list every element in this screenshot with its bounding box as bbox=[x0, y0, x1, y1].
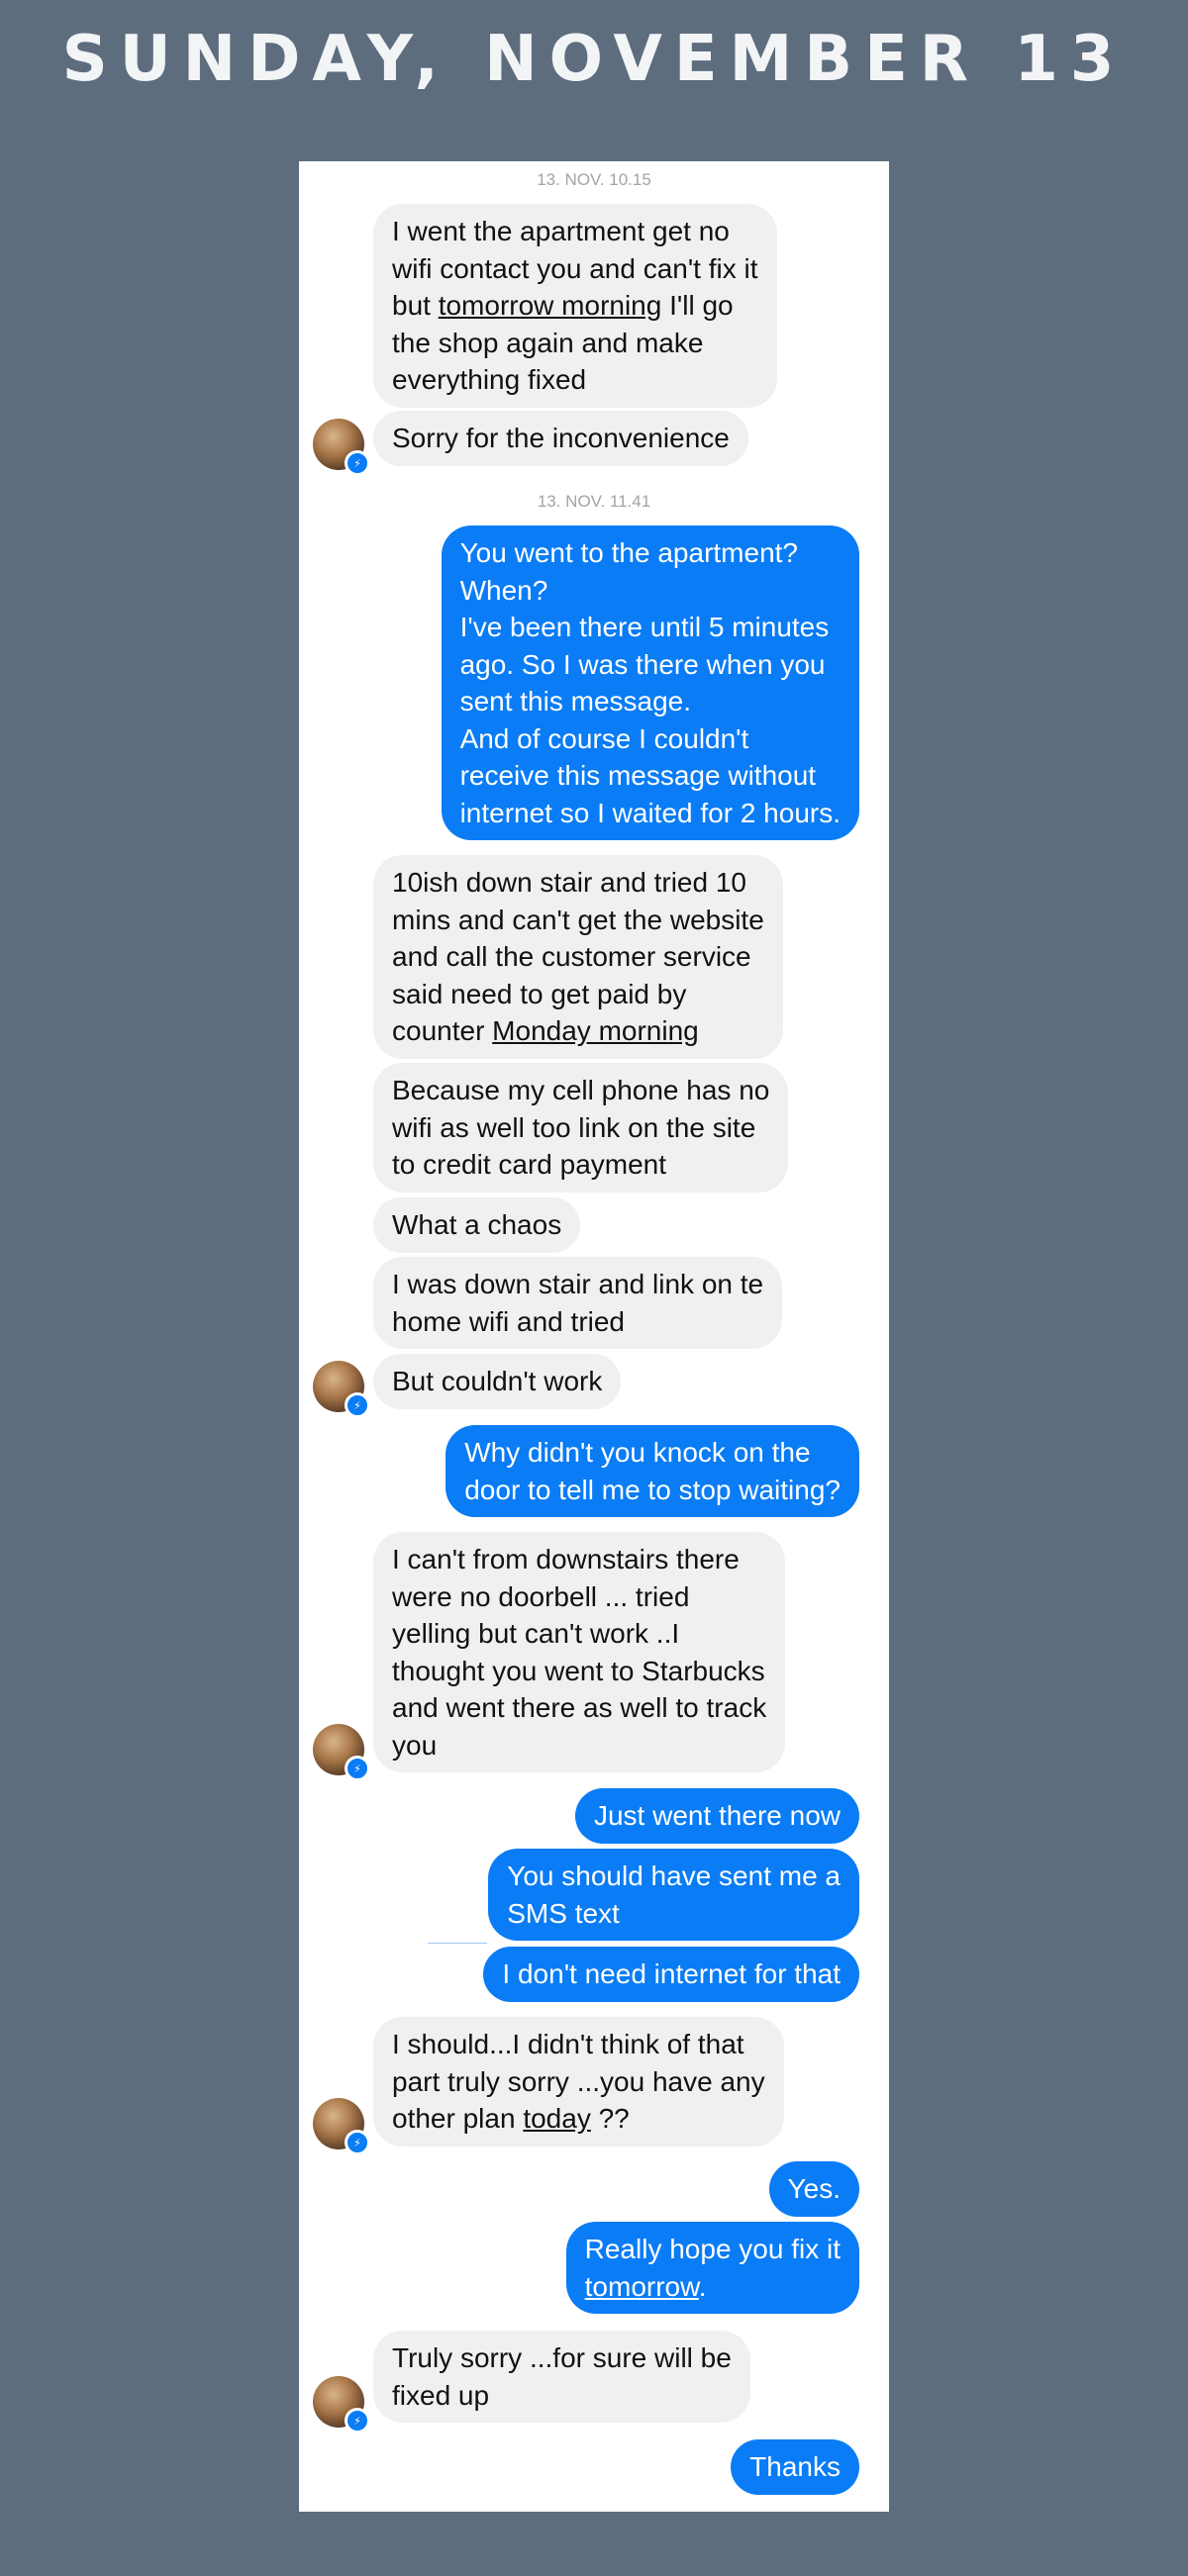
incoming-message[interactable]: I should...I didn't think of that part t… bbox=[373, 2017, 784, 2147]
message-text: Just went there now bbox=[593, 1800, 841, 1831]
outgoing-message[interactable]: Really hope you fix it tomorrow. bbox=[565, 2222, 859, 2314]
messenger-icon: ⚡ bbox=[345, 1392, 370, 1418]
message-text: But couldn't work bbox=[392, 1366, 603, 1396]
divider bbox=[428, 1943, 487, 1944]
message-text: Truly sorry ...for sure will be fixed up bbox=[392, 2342, 732, 2411]
contact-avatar-icon[interactable]: ⚡ bbox=[313, 419, 370, 476]
message-text: Why didn't you knock on the door to tell… bbox=[464, 1437, 841, 1505]
incoming-message[interactable]: Sorry for the inconvenience bbox=[373, 411, 748, 466]
timestamp: 13. NOV. 10.15 bbox=[537, 170, 651, 189]
outgoing-message[interactable]: You went to the apartment? When? I've be… bbox=[441, 525, 859, 840]
message-text: You went to the apartment? When? I've be… bbox=[459, 537, 841, 828]
message-link[interactable]: tomorrow morning bbox=[439, 290, 662, 321]
message-text: ?? bbox=[590, 2103, 630, 2134]
message-link[interactable]: today bbox=[523, 2103, 591, 2134]
messenger-icon: ⚡ bbox=[345, 450, 370, 476]
message-text: Thanks bbox=[749, 2451, 841, 2482]
messenger-icon: ⚡ bbox=[345, 2130, 370, 2155]
header: SUNDAY, NOVEMBER 13 bbox=[0, 0, 1188, 119]
incoming-message[interactable]: 10ish down stair and tried 10 mins and c… bbox=[373, 855, 783, 1059]
message-text: I was down stair and link on te home wif… bbox=[392, 1269, 764, 1337]
outgoing-message[interactable]: Thanks bbox=[731, 2439, 859, 2495]
message-link[interactable]: Monday morning bbox=[492, 1015, 699, 1046]
outgoing-message[interactable]: You should have sent me a SMS text bbox=[488, 1849, 859, 1941]
contact-avatar-icon[interactable]: ⚡ bbox=[313, 1361, 370, 1418]
messenger-icon: ⚡ bbox=[345, 2408, 370, 2433]
incoming-message[interactable]: Truly sorry ...for sure will be fixed up bbox=[373, 2331, 750, 2423]
message-link[interactable]: tomorrow bbox=[585, 2271, 699, 2302]
message-text: I don't need internet for that bbox=[502, 1958, 841, 1989]
page-title: SUNDAY, NOVEMBER 13 bbox=[61, 23, 1127, 96]
outgoing-message[interactable]: Yes. bbox=[768, 2161, 859, 2217]
incoming-message[interactable]: I was down stair and link on te home wif… bbox=[373, 1257, 783, 1349]
incoming-message[interactable]: But couldn't work bbox=[373, 1354, 622, 1409]
incoming-message[interactable]: What a chaos bbox=[373, 1197, 581, 1253]
message-text: Really hope you fix it bbox=[584, 2234, 841, 2264]
message-text: What a chaos bbox=[392, 1209, 562, 1240]
message-text: Because my cell phone has no wifi as wel… bbox=[392, 1075, 770, 1180]
outgoing-message[interactable]: Why didn't you knock on the door to tell… bbox=[446, 1425, 859, 1517]
messenger-icon: ⚡ bbox=[345, 1756, 370, 1781]
outgoing-message[interactable]: I don't need internet for that bbox=[483, 1947, 859, 2002]
timestamp: 13. NOV. 11.41 bbox=[537, 492, 651, 511]
message-text: You should have sent me a SMS text bbox=[507, 1860, 841, 1929]
incoming-message[interactable]: I went the apartment get no wifi contact… bbox=[373, 204, 777, 408]
incoming-message[interactable]: Because my cell phone has no wifi as wel… bbox=[373, 1063, 789, 1193]
contact-avatar-icon[interactable]: ⚡ bbox=[313, 2376, 370, 2433]
incoming-message[interactable]: I can't from downstairs there were no do… bbox=[373, 1532, 786, 1772]
message-text: Sorry for the inconvenience bbox=[392, 423, 730, 453]
message-text: . bbox=[698, 2270, 707, 2302]
outgoing-message[interactable]: Just went there now bbox=[574, 1788, 859, 1844]
message-text: Yes. bbox=[787, 2173, 841, 2204]
message-text: I can't from downstairs there were no do… bbox=[392, 1544, 767, 1761]
contact-avatar-icon[interactable]: ⚡ bbox=[313, 1724, 370, 1781]
contact-avatar-icon[interactable]: ⚡ bbox=[313, 2098, 370, 2155]
